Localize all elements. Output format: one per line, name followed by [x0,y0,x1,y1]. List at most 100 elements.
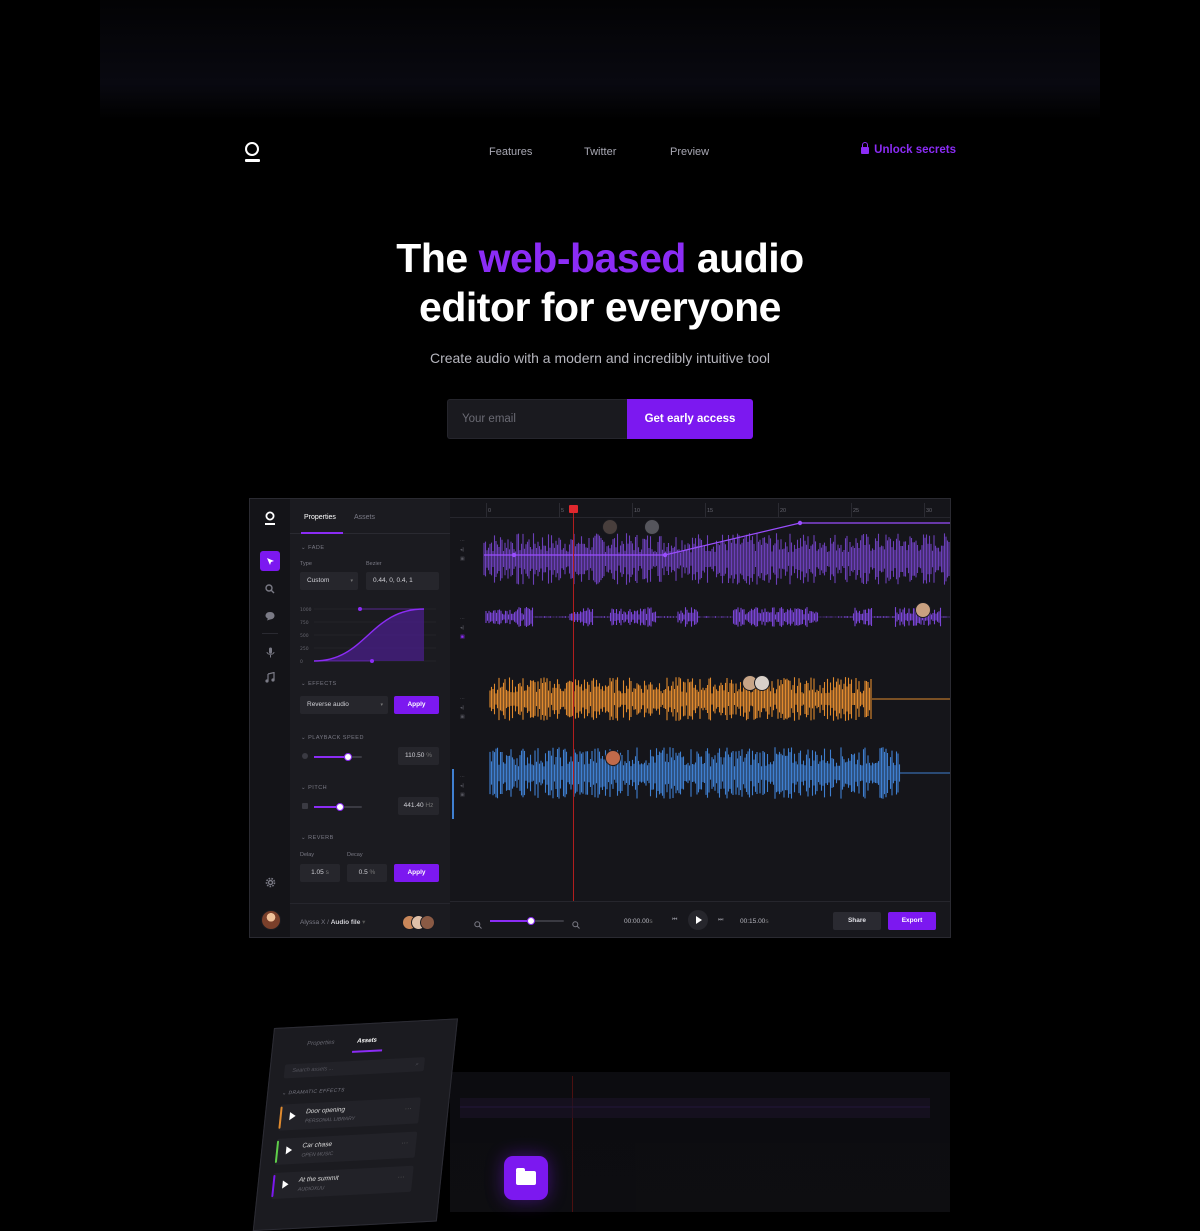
track-1-waveform[interactable] [483,533,951,585]
playhead-line [573,505,574,901]
assets-panel-preview: Properties Assets Search assets ... ⌕ ⌄ D… [252,1018,458,1231]
share-button[interactable]: Share [833,912,881,930]
zoom-out-icon[interactable] [474,916,482,934]
playhead-handle[interactable] [569,505,578,513]
asset-item[interactable]: Door opening PERSONAL LIBRARY ⋯ [278,1097,421,1131]
effects-section-title[interactable]: ⌄ EFFECTS [301,681,337,687]
delay-input[interactable]: 1.05 s [300,864,340,882]
collaborator-cursor [754,675,770,691]
skip-forward-icon[interactable]: ⏭ [718,917,723,924]
more-icon[interactable]: ⋯ [397,1173,405,1181]
play-icon[interactable] [285,1146,293,1155]
pitch-section-title[interactable]: ⌄ PITCH [301,785,327,791]
asset-title: Door opening [305,1106,346,1116]
collaborator-cursor [644,519,660,535]
apply-reverb-button[interactable]: Apply [394,864,439,882]
playback-speed-handle[interactable] [344,753,352,761]
fade-curve-chart[interactable]: 1000 750 500 250 0 [300,601,440,669]
chevron-down-icon: ▾ [350,578,353,584]
curve-tick-0: 1000 [300,607,312,613]
ruler-tick-label: 25 [853,508,860,514]
music-note-icon[interactable] [260,667,280,687]
play-icon[interactable] [282,1180,289,1189]
nav-link-features[interactable]: Features [489,146,532,158]
pitch-label: PITCH [308,785,328,791]
microphone-icon[interactable] [260,642,280,662]
effect-value: Reverse audio [307,701,349,708]
file-breadcrumb[interactable]: Alyssa X / Audio file ▾ [300,918,365,926]
breadcrumb-user: Alyssa X [300,919,326,926]
folder-icon[interactable] [504,1156,548,1200]
automation-point[interactable] [797,520,803,526]
playback-speed-number: 110.50 [405,752,425,759]
skip-back-icon[interactable]: ⏮ [672,917,677,924]
asset-item[interactable]: At the summit AUDIOXUU ⋯ [271,1165,414,1200]
export-button[interactable]: Export [888,912,936,930]
pitch-slider[interactable] [314,803,362,811]
play-icon[interactable] [289,1111,297,1121]
search-assets-input[interactable]: Search assets ... ⌕ [283,1057,426,1079]
pitch-unit: Hz [425,802,434,809]
decay-unit: % [369,869,376,876]
zoom-fill [490,920,531,922]
gear-icon[interactable] [260,872,280,892]
pitch-icon [302,803,308,809]
asset-color-bar [271,1174,276,1198]
end-time-unit: s [765,918,769,925]
zoom-slider[interactable] [490,917,564,925]
playback-speed-slider[interactable] [314,753,362,761]
title-part1: The [396,235,479,281]
zoom-in-icon[interactable] [572,916,580,934]
active-tab-indicator [301,532,343,534]
preview-tab-assets[interactable]: Assets [357,1038,377,1045]
bezier-input[interactable]: 0.44, 0, 0.4, 1 [366,572,439,590]
automation-point[interactable] [662,552,668,558]
effects-section-label: EFFECTS [308,681,337,687]
zoom-handle[interactable] [527,917,535,925]
timeline-editor: 0 5 10 15 20 25 30 ⋯ ◂) ▣ ⋯ ◂) ▣ ⋯ ◂) ▣ ⋯ ◂) ▣ 00:00.0 [450,499,951,937]
nav-link-twitter[interactable]: Twitter [584,146,616,158]
user-avatar[interactable] [261,910,281,930]
pitch-value[interactable]: 441.40 Hz [398,797,439,815]
preview-tab-properties[interactable]: Properties [307,1040,335,1047]
apply-effect-button[interactable]: Apply [394,696,439,714]
tab-properties[interactable]: Properties [304,514,336,521]
track-4-waveform[interactable] [489,747,951,799]
fade-type-select[interactable]: Custom ▾ [300,572,358,590]
brand-logo[interactable] [244,140,260,164]
automation-point[interactable] [511,552,517,558]
play-button[interactable] [688,910,708,930]
email-input[interactable] [447,399,627,439]
current-time-value: 00:00.00 [624,918,650,925]
track-3-waveform[interactable] [489,677,951,721]
dramatic-effects-section[interactable]: ⌄ DRAMATIC EFFECTS [282,1087,345,1096]
asset-title: At the summit [298,1174,339,1184]
waveform-canvas[interactable] [450,517,951,901]
tab-assets[interactable]: Assets [354,514,375,521]
collaborator-avatar[interactable] [420,915,435,930]
reverb-section-title[interactable]: ⌄ REVERB [301,835,334,841]
time-ruler[interactable]: 0 5 10 15 20 25 30 [450,499,950,518]
zoom-tool-icon[interactable] [260,579,280,599]
decay-input[interactable]: 0.5 % [347,864,387,882]
track-2-waveform[interactable] [485,607,951,627]
more-icon[interactable]: ⋯ [404,1105,412,1113]
asset-item[interactable]: Car chase OPEN MUSIC ⋯ [274,1131,418,1165]
effect-select[interactable]: Reverse audio ▾ [300,696,388,714]
more-icon[interactable]: ⋯ [401,1139,409,1147]
unlock-secrets-link[interactable]: Unlock secrets [861,142,956,156]
comment-tool-icon[interactable] [260,606,280,626]
playback-speed-section-title[interactable]: ⌄ PLAYBACK SPEED [301,735,364,741]
playback-speed-value[interactable]: 110.50 % [398,747,439,765]
pitch-handle[interactable] [336,803,344,811]
select-tool-icon[interactable] [260,551,280,571]
fade-section-title[interactable]: ⌄ FADE [301,545,325,551]
end-time: 00:15.00s [740,918,769,925]
curve-tick-4: 0 [300,659,303,665]
playback-speed-fill [314,756,348,758]
nav-link-preview[interactable]: Preview [670,146,709,158]
get-early-access-button[interactable]: Get early access [627,399,753,439]
breadcrumb-file: Audio file [330,919,361,926]
asset-title: Car chase [302,1140,333,1150]
title-accent: web-based [478,235,687,281]
